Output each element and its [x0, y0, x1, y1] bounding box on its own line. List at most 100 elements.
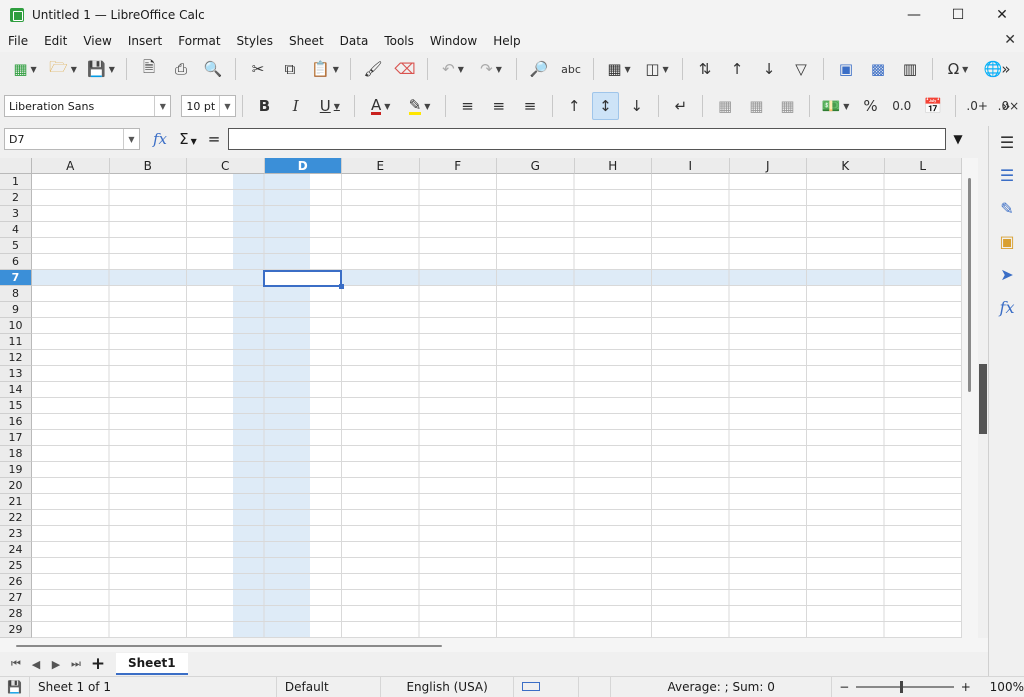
- horizontal-scroll-thumb[interactable]: [16, 645, 442, 647]
- spelling-button[interactable]: abc: [557, 55, 585, 83]
- sum-icon[interactable]: Σ ▼: [172, 130, 204, 148]
- font-size-box[interactable]: 10 pt ▼: [181, 95, 236, 117]
- align-left-button[interactable]: ≡: [454, 92, 481, 120]
- clone-format-button[interactable]: 🖌: [359, 55, 387, 83]
- paste-button[interactable]: 📋 ▼: [306, 55, 344, 83]
- chevron-down-icon[interactable]: ▼: [123, 129, 139, 149]
- menu-edit[interactable]: Edit: [36, 34, 75, 48]
- menu-view[interactable]: View: [75, 34, 119, 48]
- formula-input[interactable]: [228, 128, 946, 150]
- merge-center-button[interactable]: ▦: [711, 92, 738, 120]
- menu-insert[interactable]: Insert: [120, 34, 170, 48]
- find-replace-button[interactable]: 🔎: [525, 55, 553, 83]
- sort-button[interactable]: ⇅: [691, 55, 719, 83]
- column-header-j[interactable]: J: [729, 158, 807, 174]
- open-button[interactable]: 🗁 ▼: [44, 55, 82, 83]
- menu-styles[interactable]: Styles: [229, 34, 281, 48]
- merge-cells-button[interactable]: ▦: [743, 92, 770, 120]
- special-character-button[interactable]: Ω ▼: [939, 55, 977, 83]
- functions-icon[interactable]: fx: [989, 291, 1024, 324]
- zoom-slider[interactable]: [856, 680, 954, 693]
- vertical-scrollbar[interactable]: [962, 158, 978, 638]
- more-tools-button[interactable]: »: [992, 55, 1020, 83]
- highlight-color-button[interactable]: ✎ ▼: [400, 92, 439, 120]
- menu-data[interactable]: Data: [332, 34, 377, 48]
- spreadsheet-grid[interactable]: ABCDEFGHIJKL 1 2 3 4 5 6 7 8 9 10 11 12 13 14 15 16 17 18…: [0, 158, 962, 638]
- align-bottom-button[interactable]: ↓: [623, 92, 650, 120]
- autofilter-button[interactable]: ▽: [787, 55, 815, 83]
- row-header-11[interactable]: 11: [0, 334, 32, 350]
- column-header-l[interactable]: L: [884, 158, 962, 174]
- row-header-27[interactable]: 27: [0, 590, 32, 606]
- row-header-24[interactable]: 24: [0, 542, 32, 558]
- undo-button[interactable]: ↶ ▼: [434, 55, 472, 83]
- row-header-25[interactable]: 25: [0, 558, 32, 574]
- clear-formatting-button[interactable]: ⌫: [391, 55, 419, 83]
- redo-button[interactable]: ↷ ▼: [472, 55, 510, 83]
- row-header-12[interactable]: 12: [0, 350, 32, 366]
- copy-button[interactable]: ⧉: [276, 55, 304, 83]
- navigator-icon[interactable]: ➤: [989, 258, 1024, 291]
- bold-button[interactable]: B: [251, 92, 278, 120]
- column-header-i[interactable]: I: [652, 158, 730, 174]
- align-top-button[interactable]: ↑: [561, 92, 588, 120]
- underline-button[interactable]: U ▼: [311, 92, 348, 120]
- row-header-9[interactable]: 9: [0, 302, 32, 318]
- menu-file[interactable]: File: [0, 34, 36, 48]
- font-name-box[interactable]: Liberation Sans ▼: [4, 95, 172, 117]
- row-header-8[interactable]: 8: [0, 286, 32, 302]
- row-button[interactable]: ▦ ▼: [600, 55, 638, 83]
- row-header-17[interactable]: 17: [0, 430, 32, 446]
- new-button[interactable]: ▦ ▼: [6, 55, 44, 83]
- row-header-7[interactable]: 7: [0, 270, 32, 286]
- last-sheet-icon[interactable]: ⏭: [66, 657, 86, 671]
- sort-descending-button[interactable]: ↓: [755, 55, 783, 83]
- column-button[interactable]: ◫ ▼: [638, 55, 676, 83]
- menu-sheet[interactable]: Sheet: [281, 34, 332, 48]
- sidebar-menu-icon[interactable]: ☰: [989, 126, 1024, 159]
- save-button[interactable]: 💾 ▼: [82, 55, 120, 83]
- row-header-23[interactable]: 23: [0, 526, 32, 542]
- row-header-5[interactable]: 5: [0, 238, 32, 254]
- zoom-level[interactable]: 100%: [990, 680, 1024, 694]
- row-header-14[interactable]: 14: [0, 382, 32, 398]
- row-header-6[interactable]: 6: [0, 254, 32, 270]
- maximize-button[interactable]: ☐: [936, 0, 980, 30]
- number-format-button[interactable]: 0.0: [888, 92, 915, 120]
- row-header-10[interactable]: 10: [0, 318, 32, 334]
- name-box[interactable]: D7 ▼: [4, 128, 140, 150]
- insert-chart-button[interactable]: ▩: [864, 55, 892, 83]
- sidebar-collapse-handle[interactable]: [979, 364, 987, 434]
- menu-format[interactable]: Format: [170, 34, 228, 48]
- wrap-text-button[interactable]: ↵: [667, 92, 694, 120]
- sheet-tab-sheet1[interactable]: Sheet1: [116, 653, 188, 675]
- align-right-button[interactable]: ≡: [516, 92, 543, 120]
- align-center-button[interactable]: ≡: [485, 92, 512, 120]
- row-header-19[interactable]: 19: [0, 462, 32, 478]
- row-header-26[interactable]: 26: [0, 574, 32, 590]
- date-format-button[interactable]: 📅: [919, 92, 946, 120]
- menu-tools[interactable]: Tools: [376, 34, 422, 48]
- row-header-22[interactable]: 22: [0, 510, 32, 526]
- currency-format-button[interactable]: 💵 ▼: [816, 92, 855, 120]
- zoom-slider-thumb[interactable]: [900, 680, 904, 693]
- column-header-e[interactable]: E: [342, 158, 420, 174]
- expand-formula-icon[interactable]: ▼: [946, 132, 970, 146]
- row-header-4[interactable]: 4: [0, 222, 32, 238]
- more-formatting-button[interactable]: »: [992, 92, 1020, 120]
- row-header-13[interactable]: 13: [0, 366, 32, 382]
- formula-equals-icon[interactable]: =: [204, 130, 224, 148]
- previous-sheet-icon[interactable]: ◀: [26, 658, 46, 671]
- row-header-28[interactable]: 28: [0, 606, 32, 622]
- add-sheet-icon[interactable]: +: [86, 654, 110, 674]
- column-header-d[interactable]: D: [264, 158, 342, 174]
- row-header-16[interactable]: 16: [0, 414, 32, 430]
- text-language[interactable]: English (USA): [381, 676, 515, 697]
- insert-image-button[interactable]: ▣: [832, 55, 860, 83]
- selection-mode-icon[interactable]: [514, 676, 580, 697]
- row-header-15[interactable]: 15: [0, 398, 32, 414]
- minimize-button[interactable]: —: [892, 0, 936, 30]
- percent-format-button[interactable]: %: [857, 92, 884, 120]
- cut-button[interactable]: ✂: [244, 55, 272, 83]
- column-header-k[interactable]: K: [807, 158, 885, 174]
